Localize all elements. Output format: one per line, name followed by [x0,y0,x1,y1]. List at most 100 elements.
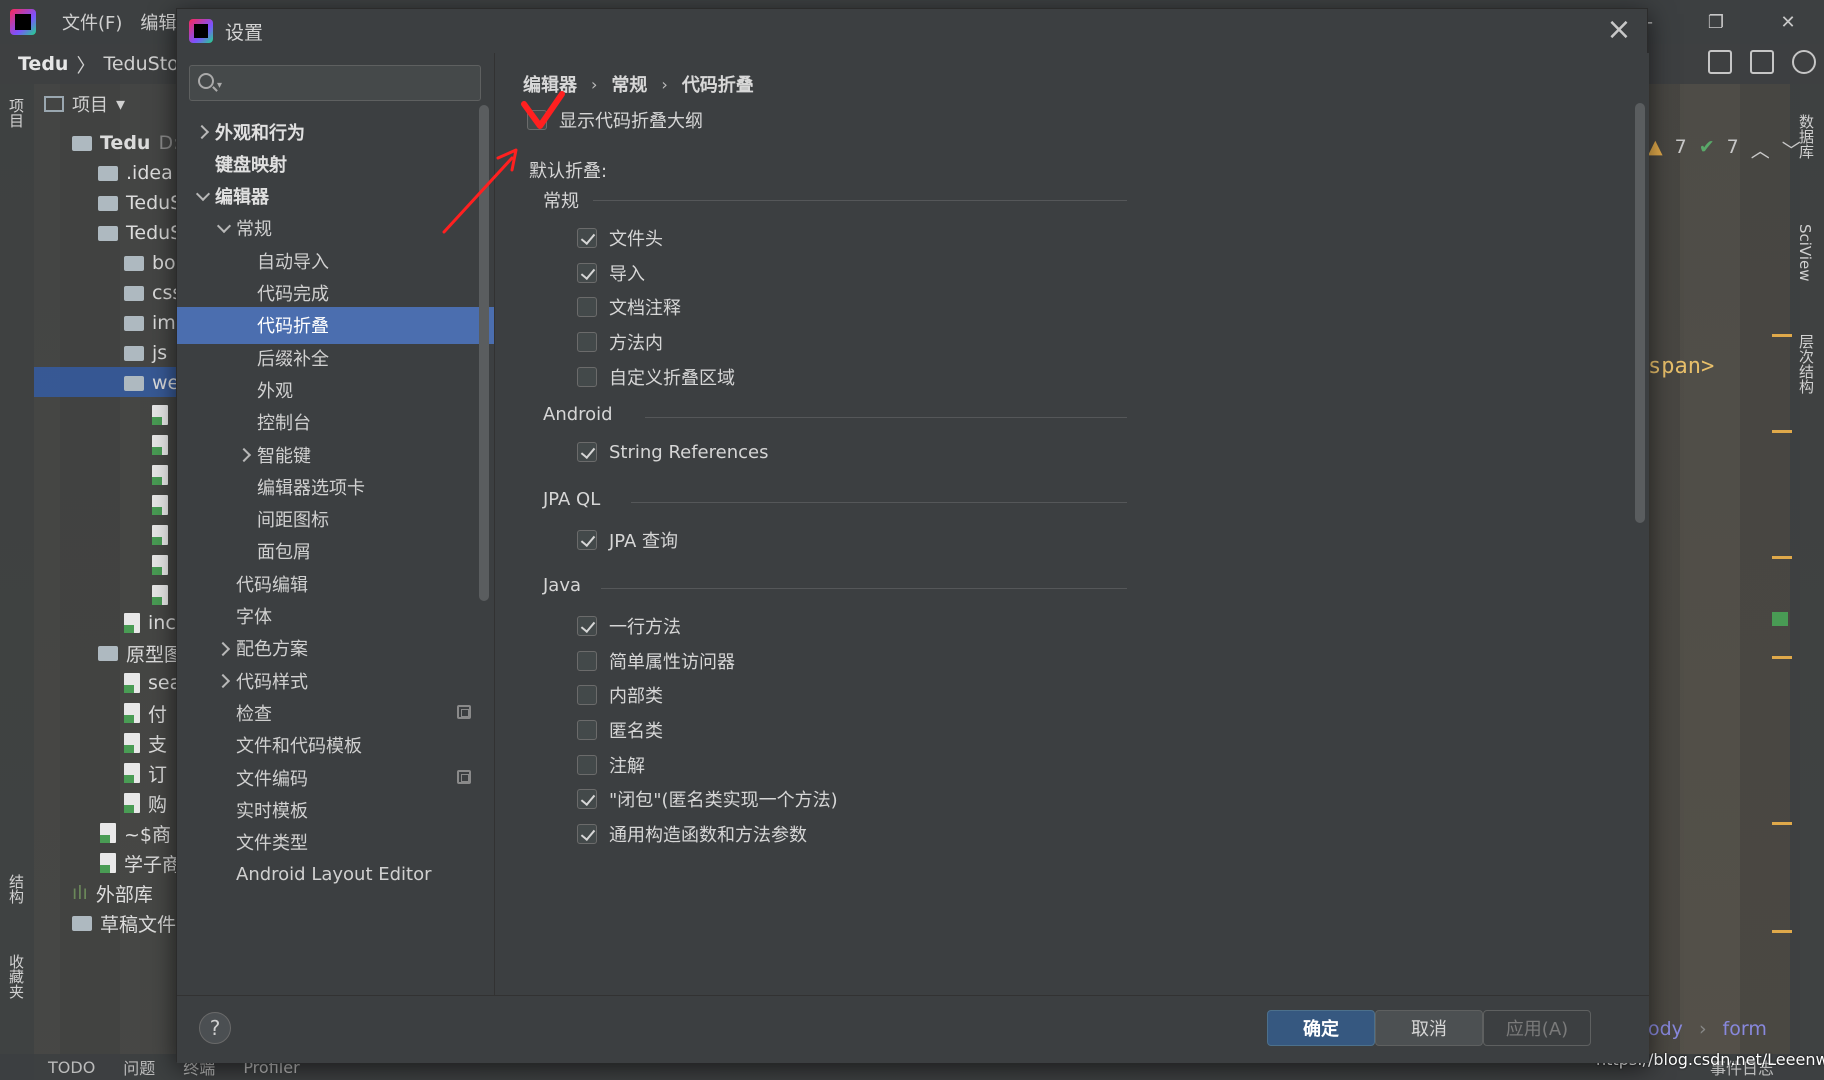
html-file-icon[interactable] [152,520,168,550]
fold-option-checkbox[interactable]: 通用构造函数和方法参数 [577,821,807,847]
tree-item[interactable]: 原型图 [98,638,183,668]
ide-search-icon[interactable] [1792,50,1816,74]
tree-item[interactable]: TeduS [98,218,182,248]
checkbox[interactable] [577,332,597,353]
help-button[interactable]: ? [199,1012,231,1044]
menu-file[interactable]: 文件(F) [62,9,122,35]
tree-item[interactable]: TeduS [98,188,182,218]
fold-option-checkbox[interactable]: 内部类 [577,682,663,708]
project-tab-label[interactable]: 项目 [72,91,108,117]
tree-item[interactable]: inc [124,608,176,638]
vtab-structure[interactable]: 结构 [6,874,27,904]
tree-item[interactable]: 付 [124,698,167,728]
breadcrumb-general[interactable]: 常规 [611,71,647,97]
vtab-hierarchy[interactable]: 层次结构 [1796,334,1817,394]
fold-option-checkbox[interactable]: 一行方法 [577,613,681,639]
tree-item-external-libs[interactable]: ılı 外部库 [72,878,153,908]
restore-icon[interactable]: ❐ [1680,0,1752,44]
tree-item[interactable]: we [124,368,179,398]
layout-icon[interactable] [1750,50,1774,74]
checkbox[interactable] [577,754,597,775]
show-fold-outline-checkbox[interactable]: 显示代码折叠大纲 [527,107,703,133]
vtab-favorites[interactable]: 收藏夹 [6,954,27,999]
tree-item[interactable]: ~$商 [100,818,171,848]
tree-item[interactable]: css [124,278,182,308]
html-file-icon[interactable] [152,490,168,520]
tree-item[interactable]: 支 [124,728,167,758]
fold-option-checkbox[interactable]: 注解 [577,752,645,778]
chevron-right-icon[interactable] [216,673,230,687]
cancel-button[interactable]: 取消 [1375,1010,1483,1046]
nav-scrollbar[interactable] [479,105,489,601]
fold-option-checkbox[interactable]: 文件头 [577,225,663,251]
chevron-right-icon[interactable] [216,641,230,655]
fold-option-checkbox[interactable]: 匿名类 [577,717,663,743]
tree-item[interactable]: bo [124,248,176,278]
search-input[interactable] [234,72,474,96]
editor-crumb[interactable]: form [1723,1018,1767,1040]
fold-option-checkbox[interactable]: "闭包"(匿名类实现一个方法) [577,786,838,812]
html-file-icon[interactable] [152,460,168,490]
chevron-right-icon[interactable] [237,447,251,461]
chevron-down-icon[interactable]: ▾ [116,94,125,115]
tree-item[interactable]: js [124,338,167,368]
editor-crumb[interactable]: ody [1648,1018,1683,1040]
group-separator [601,587,1127,589]
fold-option-checkbox[interactable]: 文档注释 [577,294,681,320]
checkbox[interactable] [577,685,597,706]
close-icon[interactable]: × [1603,15,1635,47]
nav-item[interactable]: Android Layout Editor [177,856,494,893]
html-file-icon[interactable] [152,430,168,460]
checkbox[interactable] [577,615,597,636]
fold-option-checkbox[interactable]: 简单属性访问器 [577,648,735,674]
checkbox[interactable] [577,297,597,318]
chevron-right-icon[interactable] [195,124,209,138]
status-todo[interactable]: TODO [48,1058,95,1077]
apply-button[interactable]: 应用(A) [1483,1010,1591,1046]
fold-option-checkbox[interactable]: 自定义折叠区域 [577,364,735,390]
checkbox[interactable] [527,110,547,130]
checkbox[interactable] [577,366,597,387]
chevron-down-icon[interactable] [216,221,230,235]
checkbox[interactable] [577,530,597,551]
checkbox[interactable] [577,650,597,671]
vtab-sciview[interactable]: SciView [1796,224,1814,282]
tree-item-idea[interactable]: .idea [98,158,173,188]
tree-item-tedu[interactable]: Tedu D: [72,128,180,158]
fold-option-checkbox[interactable]: String References [577,442,768,463]
fold-option-checkbox[interactable]: 方法内 [577,329,663,355]
checkbox[interactable] [577,720,597,740]
chevron-down-icon[interactable]: ﹀ [1782,136,1801,163]
inspection-widget[interactable]: ▲ 7 ✔ 7 ︿ ﹀ [1648,136,1801,163]
ok-button[interactable]: 确定 [1267,1010,1375,1046]
tree-item[interactable]: im [124,308,176,338]
tree-item[interactable]: 购 [124,788,167,818]
chevron-down-icon[interactable] [195,189,209,203]
settings-content: 编辑器 › 常规 › 代码折叠 显示代码折叠大纲 默认折叠: 常规 文件头 导入 文档… [495,53,1649,995]
tree-item[interactable]: sea [124,668,181,698]
checkbox[interactable] [577,262,597,283]
tree-item[interactable]: 订 [124,758,167,788]
checkbox[interactable] [577,442,597,462]
checkbox[interactable] [577,228,597,248]
html-file-icon[interactable] [152,580,168,610]
project-structure-icon[interactable] [1708,50,1732,74]
html-file-icon[interactable] [152,550,168,580]
vtab-project[interactable]: 项目 [6,98,27,128]
content-scrollbar[interactable] [1635,103,1645,523]
nav-item-label: 后缀补全 [257,348,329,370]
breadcrumb-editor[interactable]: 编辑器 [523,71,577,97]
nav-item-label: 外观和行为 [215,122,305,144]
tree-item[interactable]: 学子商 [100,848,181,878]
status-problems[interactable]: 问题 [123,1055,155,1079]
checkbox[interactable] [577,824,597,845]
tree-item-scratches[interactable]: 草稿文件 [72,908,176,938]
chevron-up-icon[interactable]: ︿ [1751,136,1770,163]
code-fragment: span> [1648,354,1715,379]
html-file-icon[interactable] [152,400,168,430]
checkbox[interactable] [577,789,597,810]
window-close-icon[interactable]: ✕ [1752,0,1824,44]
ide-crumb-project[interactable]: Tedu [18,53,68,75]
fold-option-checkbox[interactable]: JPA 查询 [577,527,678,553]
fold-option-checkbox[interactable]: 导入 [577,260,645,286]
